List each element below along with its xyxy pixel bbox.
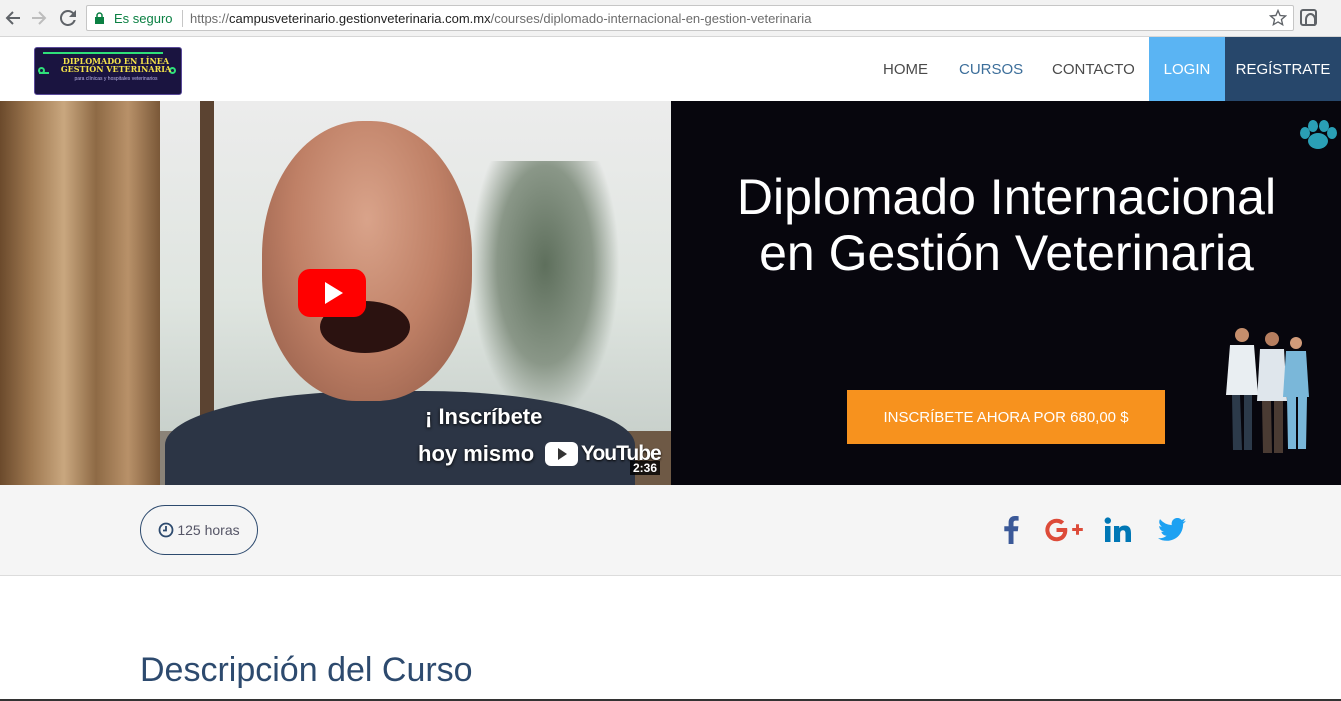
course-info-bar: 125 horas [0,485,1341,576]
youtube-play-icon [545,442,578,466]
google-plus-icon [1045,518,1083,542]
browser-toolbar: Es seguro https://campusveterinario.gest… [0,0,1341,37]
video-frame-curtain [0,101,160,485]
secure-label: Es seguro [114,11,173,26]
forward-arrow-icon[interactable] [29,8,49,28]
url-scheme: https:// [190,11,230,26]
course-title: Diplomado Internacional en Gestión Veter… [672,169,1341,281]
logo-line3: para clínicas y hospitales veterinarios [74,76,158,82]
clock-icon [158,522,174,538]
course-title-line1: Diplomado Internacional [736,169,1277,225]
back-arrow-icon[interactable] [3,8,23,28]
hero-banner: ¡ Inscríbete hoy mismo YouTube 2:36 Dipl… [0,101,1341,485]
register-button[interactable]: REGÍSTRATE [1225,37,1341,101]
veterinarians-illustration [1226,328,1309,453]
twitter-share-button[interactable] [1157,515,1187,545]
video-duration: 2:36 [630,461,661,475]
logo-line2: GESTIÓN VETERINARIA [60,64,172,74]
bookmark-star-icon[interactable] [1269,9,1287,27]
facebook-share-button[interactable] [998,515,1024,545]
description-heading: Descripción del Curso [140,651,473,689]
nav-contacto[interactable]: CONTACTO [1052,37,1135,101]
url-text[interactable]: https://campusveterinario.gestionveterin… [190,11,811,26]
reload-icon[interactable] [58,8,78,28]
site-logo[interactable]: DIPLOMADO EN LÍNEA GESTIÓN VETERINARIA p… [34,47,182,95]
paw-print-icon [1300,120,1337,149]
video-player[interactable]: ¡ Inscríbete hoy mismo YouTube 2:36 [0,101,671,485]
lock-icon [95,12,104,24]
site-header: DIPLOMADO EN LÍNEA GESTIÓN VETERINARIA p… [0,37,1341,101]
extension-icon[interactable] [1300,9,1317,26]
video-frame-tree [470,161,620,421]
facebook-icon [1004,516,1019,544]
linkedin-share-button[interactable] [1103,515,1133,545]
video-caption-line1: ¡ Inscríbete [425,404,543,429]
twitter-icon [1158,518,1186,541]
video-caption-line2: hoy mismo [418,441,535,466]
nav-cursos[interactable]: CURSOS [959,37,1023,101]
youtube-play-button[interactable] [298,269,366,317]
enroll-now-button[interactable]: INSCRÍBETE AHORA POR 680,00 $ [847,390,1165,444]
omnibox-separator [182,10,183,27]
video-frame-shirt [165,391,635,485]
linkedin-icon [1104,517,1131,542]
login-button[interactable]: LOGIN [1149,37,1225,101]
course-duration-badge: 125 horas [140,505,258,555]
address-bar[interactable]: Es seguro https://campusveterinario.gest… [86,5,1294,31]
url-path: /courses/diplomado-internacional-en-gest… [490,11,812,26]
nav-home[interactable]: HOME [883,37,928,101]
url-host: campusveterinario.gestionveterinaria.com… [229,11,491,26]
course-hours: 125 horas [177,522,240,538]
logo-circuit-node [38,67,45,74]
course-title-line2: en Gestión Veterinaria [759,225,1254,281]
logo-circuit-line [43,52,163,54]
video-frame-face [262,121,472,401]
google-plus-share-button[interactable] [1043,515,1085,545]
